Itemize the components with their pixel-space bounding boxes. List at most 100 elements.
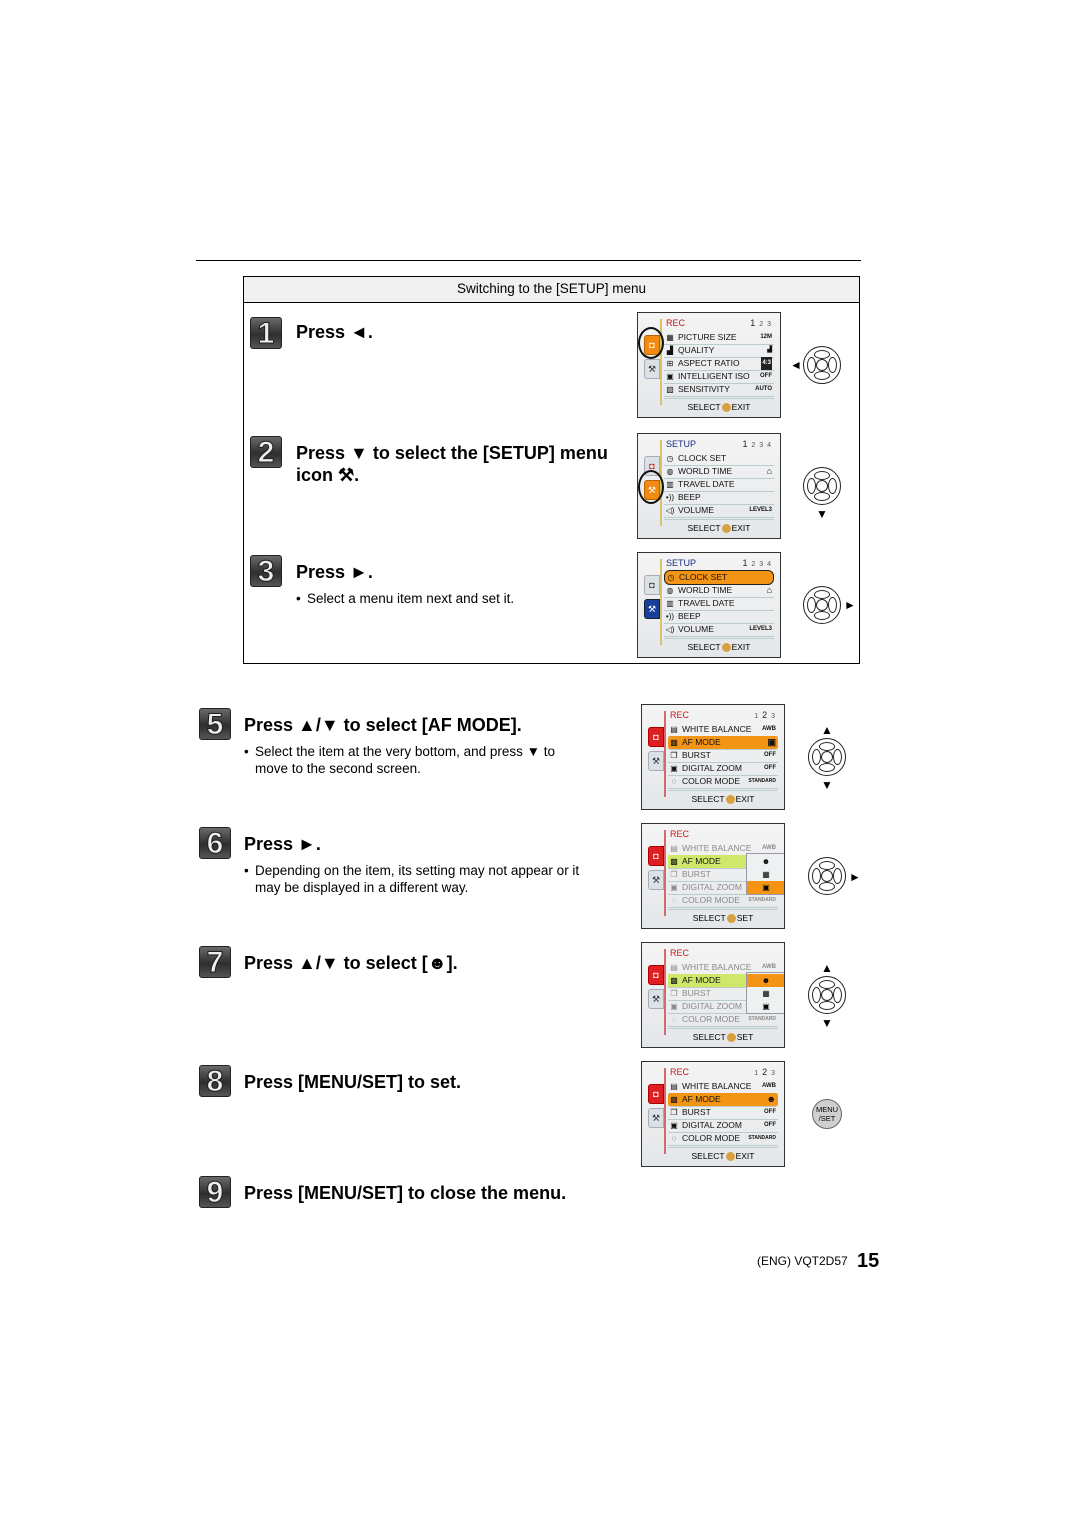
speaker-icon: ◁) bbox=[665, 625, 675, 634]
wrench-icon: ⚒ bbox=[651, 875, 661, 885]
setup-tab: ⚒ bbox=[644, 599, 660, 619]
step-1-heading: Press ◄. bbox=[296, 322, 373, 342]
lcd-rec-menu-page2-af-mode: ◘ ⚒ REC 1 2 3 ▤ WHITE BALANCE AWB ▩ AF MODE… bbox=[641, 704, 785, 810]
lcd-setup-menu-clock-selected: ◘ ⚒ SETUP 1 2 3 4 ◷ CLOCK SET ◍ WORLD TIME… bbox=[637, 552, 781, 658]
menu-row-color-mode: ◌ COLOR MODE STANDARD bbox=[668, 1013, 778, 1027]
wrench-icon: ⚒ bbox=[647, 604, 657, 614]
top-rule bbox=[196, 260, 861, 261]
menu-footer: SELECT SET bbox=[668, 1028, 778, 1043]
color-mode-icon: ◌ bbox=[671, 1134, 677, 1143]
camera-icon: ◘ bbox=[653, 732, 659, 742]
menu-row-world-time: ◍ WORLD TIME ⌂ bbox=[664, 465, 774, 479]
lcd-af-mode-set-face: ◘ ⚒ REC 1 2 3 ▤ WHITE BALANCE AWB ▩ AF MODE… bbox=[641, 1061, 785, 1167]
menu-footer: SELECT EXIT bbox=[664, 519, 774, 534]
white-balance-icon: ▤ bbox=[670, 1082, 678, 1091]
wrench-icon: ⚒ bbox=[338, 465, 355, 485]
highlight-circle bbox=[638, 470, 664, 504]
menu-row-quality: ▟ QUALITY ▟ bbox=[664, 344, 774, 358]
menu-row-volume: ◁) VOLUME LEVEL3 bbox=[664, 504, 774, 518]
single-area-af-icon: ▣ bbox=[762, 1002, 770, 1011]
setup-tab: ⚒ bbox=[648, 989, 664, 1009]
iso-icon: ▣ bbox=[666, 372, 674, 381]
page-indicator: 1 2 3 bbox=[754, 710, 776, 720]
step-2-heading: Press ▼ to select the [SETUP] menu icon … bbox=[296, 443, 608, 485]
joystick-icon bbox=[721, 643, 731, 653]
menu-title: REC bbox=[670, 1067, 690, 1077]
menu-row-color-mode: ◌ COLOR MODE STANDARD bbox=[668, 775, 778, 789]
camera-icon: ◘ bbox=[649, 580, 655, 590]
joystick-icon bbox=[725, 1152, 735, 1162]
wrench-icon: ⚒ bbox=[651, 994, 661, 1004]
af-mode-submenu: ☻ ▦ ▣ bbox=[746, 853, 784, 895]
burst-icon: ❐ bbox=[670, 751, 678, 760]
home-icon: ⌂ bbox=[766, 466, 772, 476]
menu-row-af-mode-selected: ▩ AF MODE ☻ bbox=[668, 1093, 778, 1107]
down-arrow-icon: ▼ bbox=[821, 1016, 833, 1030]
cursor-dial bbox=[808, 738, 846, 776]
cursor-dial bbox=[803, 586, 841, 624]
menu-row-volume: ◁) VOLUME LEVEL3 bbox=[664, 623, 774, 637]
cursor-dial bbox=[808, 976, 846, 1014]
menu-title: REC bbox=[670, 948, 690, 958]
menu-footer: SELECT EXIT bbox=[664, 398, 774, 413]
sensitivity-icon: ▧ bbox=[666, 385, 674, 394]
menu-footer: SELECT EXIT bbox=[668, 1147, 778, 1162]
single-area-af-icon: ▣ bbox=[747, 881, 784, 894]
menu-row-beep: •)) BEEP bbox=[664, 610, 774, 624]
menu-row-picture-size: ▦ PICTURE SIZE 12M bbox=[664, 331, 774, 345]
step-number-8: 8 bbox=[199, 1065, 231, 1098]
wrench-icon: ⚒ bbox=[651, 1113, 661, 1123]
menu-row-af-mode-selected: ▩ AF MODE ▣ bbox=[668, 736, 778, 750]
menu-row-beep: •)) BEEP bbox=[664, 491, 774, 505]
setup-box-header: Switching to the [SETUP] menu bbox=[244, 277, 859, 303]
menu-row-digital-zoom: ▣ DIGITAL ZOOM OFF bbox=[668, 762, 778, 776]
page-indicator: 1 2 3 4 bbox=[742, 439, 772, 449]
face-detection-icon: ☻ bbox=[747, 974, 784, 987]
home-icon: ⌂ bbox=[766, 585, 772, 595]
burst-icon: ❐ bbox=[670, 1108, 678, 1117]
step-5-heading: Press ▲/▼ to select [AF MODE]. bbox=[244, 715, 522, 735]
suitcase-icon: ▥ bbox=[666, 480, 674, 489]
menu-row-color-mode: ◌ COLOR MODE STANDARD bbox=[668, 1132, 778, 1146]
joystick-icon bbox=[726, 914, 736, 924]
down-arrow-icon: ▼ bbox=[816, 507, 828, 521]
up-arrow-icon: ▲ bbox=[821, 961, 833, 975]
step-number-3: 3 bbox=[250, 555, 282, 588]
right-arrow-icon: ► bbox=[844, 598, 856, 612]
beep-icon: •)) bbox=[665, 612, 675, 621]
joystick-icon bbox=[725, 795, 735, 805]
menu-title: REC bbox=[666, 318, 686, 328]
step-number-2: 2 bbox=[250, 436, 282, 469]
digital-zoom-icon: ▣ bbox=[670, 1002, 678, 1011]
setup-tab: ⚒ bbox=[648, 870, 664, 890]
page-indicator: 1 2 3 bbox=[754, 1067, 776, 1077]
af-mode-icon: ▩ bbox=[670, 738, 678, 747]
single-area-af-icon: ▣ bbox=[767, 737, 776, 747]
lcd-af-mode-submenu-open: ◘ ⚒ REC ▤ WHITE BALANCE AWB ▩ AF MODE ❐ BURS… bbox=[641, 823, 785, 929]
globe-icon: ◍ bbox=[666, 467, 674, 476]
left-arrow-icon: ◄ bbox=[790, 358, 802, 372]
multi-area-af-icon: ▦ bbox=[762, 989, 770, 998]
menu-footer: SELECT EXIT bbox=[668, 790, 778, 805]
up-arrow-icon: ▲ bbox=[821, 723, 833, 737]
suitcase-icon: ▥ bbox=[666, 599, 674, 608]
color-mode-icon: ◌ bbox=[671, 777, 677, 786]
globe-icon: ◍ bbox=[666, 586, 674, 595]
step-5-note: • Select the item at the very bottom, and… bbox=[244, 744, 556, 776]
menu-row-world-time: ◍ WORLD TIME ⌂ bbox=[664, 584, 774, 598]
beep-icon: •)) bbox=[665, 493, 675, 502]
white-balance-icon: ▤ bbox=[670, 844, 678, 853]
af-mode-icon: ▩ bbox=[670, 857, 678, 866]
menu-row-burst: ❐ BURST OFF bbox=[668, 749, 778, 763]
aspect-ratio-icon: ⊞ bbox=[666, 359, 674, 368]
quality-icon: ▟ bbox=[666, 346, 674, 355]
step-3-note: • Select a menu item next and set it. bbox=[296, 591, 515, 606]
af-mode-icon: ▩ bbox=[670, 976, 678, 985]
rec-tab: ◘ bbox=[648, 727, 664, 747]
joystick-icon bbox=[726, 1033, 736, 1043]
step-7-heading: Press ▲/▼ to select [☻]. bbox=[244, 953, 458, 973]
rec-tab: ◘ bbox=[648, 1084, 664, 1104]
menu-title: SETUP bbox=[666, 558, 697, 568]
menu-row-travel-date: ▥ TRAVEL DATE bbox=[664, 597, 774, 611]
lcd-rec-menu-page1: ◘ ⚒ REC 1 2 3 ▦ PICTURE SIZE 12M ▟ QUALITY ▟… bbox=[637, 312, 781, 418]
